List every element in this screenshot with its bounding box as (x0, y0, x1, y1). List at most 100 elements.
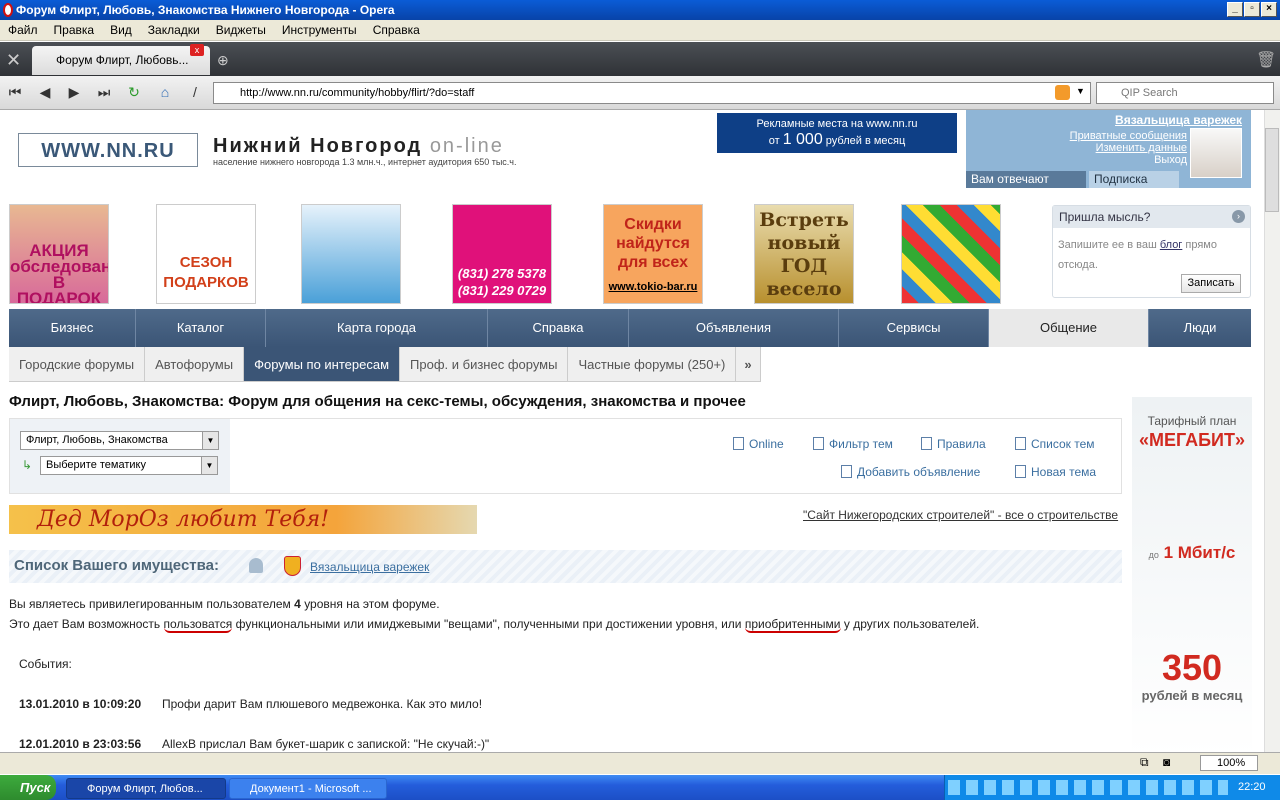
event-date: 13.01.2010 в 10:09:20 (19, 697, 142, 711)
ad-tile-arena[interactable] (901, 204, 1001, 304)
user-icon (733, 437, 744, 450)
rss-icon[interactable] (1055, 85, 1070, 100)
site-title-suffix: on-line (429, 135, 504, 157)
blog-link[interactable]: блог (1160, 239, 1182, 251)
zoom-control[interactable]: 100% (1200, 755, 1258, 771)
pencil-icon (1015, 465, 1026, 478)
ad-tile-english[interactable]: (831) 278 5378 (831) 229 0729 (452, 204, 552, 304)
write-button[interactable]: Записать (1181, 274, 1241, 293)
nav-ads[interactable]: Объявления (629, 309, 839, 347)
chevron-down-icon[interactable]: ▼ (1076, 86, 1085, 96)
nav-city-map[interactable]: Карта города (266, 309, 488, 347)
builders-link[interactable]: "Сайт Нижегородских строителей" - все о … (803, 508, 1118, 522)
new-tab-icon[interactable]: ⊕ (217, 52, 229, 69)
private-messages-link[interactable]: Приватные сообщения (1070, 130, 1187, 142)
ad-price: 1 000 (782, 131, 823, 148)
ad-tile-clinic[interactable]: АКЦИЯ обследование В ПОДАРОК (9, 204, 109, 304)
back-icon[interactable]: ◀ (34, 81, 56, 103)
menu-widgets[interactable]: Виджеты (208, 20, 274, 41)
close-window-button[interactable]: × (1261, 2, 1277, 17)
ad-tile-newyear[interactable]: Встреть новый ГОД весело (754, 204, 854, 304)
window-title: Форум Флирт, Любовь, Знакомства Нижнего … (16, 3, 395, 17)
subnav-city-forums[interactable]: Городские форумы (9, 347, 146, 381)
camera-icon[interactable]: ◙ (1163, 755, 1170, 769)
site-logo[interactable]: WWW.NN.RU (18, 133, 198, 167)
fast-forward-icon[interactable]: ⏭ (93, 81, 115, 103)
maximize-button[interactable]: ▫ (1244, 2, 1260, 17)
menu-tools[interactable]: Инструменты (274, 20, 365, 41)
online-label: Online (749, 437, 784, 451)
menu-file[interactable]: Файл (0, 20, 46, 41)
tray-icons[interactable] (948, 780, 1228, 795)
nav-reference[interactable]: Справка (488, 309, 629, 347)
subnav-private-forums[interactable]: Частные форумы (250+) (568, 347, 737, 381)
task-word[interactable]: Документ1 - Microsoft ... (229, 778, 387, 799)
tools-icon[interactable]: ✕ (6, 50, 21, 71)
trash-icon[interactable]: 🗑 (1256, 50, 1276, 70)
tab-subscription[interactable]: Подписка (1089, 171, 1179, 188)
forum-select[interactable]: Флирт, Любовь, Знакомства ▼ (20, 431, 219, 450)
tab-title: Форум Флирт, Любовь... (56, 53, 189, 67)
ad-tile-tokio[interactable]: Скидки найдутся для всех www.tokio-bar.ru (603, 204, 703, 304)
username-link[interactable]: Вязальщица варежек (1115, 113, 1242, 127)
chevron-right-icon[interactable]: » (736, 347, 761, 381)
edit-profile-link[interactable]: Изменить данные (1096, 142, 1187, 154)
scrollbar-thumb[interactable] (1265, 128, 1279, 212)
santa-banner[interactable]: Дед МорОз любит Тебя! (9, 505, 477, 534)
arrow-icon: ↳ (22, 458, 33, 472)
close-tab-icon[interactable]: x (190, 44, 204, 56)
search-input[interactable]: QIP Search (1096, 82, 1274, 104)
start-button[interactable]: Пуск (0, 775, 56, 800)
menu-bookmarks[interactable]: Закладки (140, 20, 208, 41)
ad-tile-gifts[interactable]: СЕЗОН ПОДАРКОВ (156, 204, 256, 304)
megabit-price: 350 (1161, 647, 1223, 688)
nav-services[interactable]: Сервисы (839, 309, 989, 347)
wand-icon[interactable]: / (184, 81, 206, 103)
nav-business[interactable]: Бизнес (9, 309, 136, 347)
nav-communication[interactable]: Общение (989, 309, 1149, 347)
document-icon (921, 437, 932, 450)
tab-replies[interactable]: Вам отвечают (966, 171, 1086, 188)
event-text: AllexB прислал Вам букет-шарик с записко… (162, 737, 490, 751)
subnav-auto-forums[interactable]: Автофорумы (145, 347, 245, 381)
tab-forum[interactable]: Форум Флирт, Любовь... (32, 46, 210, 75)
filter-topics-link[interactable]: Фильтр тем (813, 437, 893, 451)
rewind-icon[interactable]: ⏮ (4, 81, 26, 103)
menu-help[interactable]: Справка (365, 20, 428, 41)
online-link[interactable]: Online (733, 437, 784, 451)
avatar[interactable] (1190, 128, 1242, 178)
task-opera[interactable]: Форум Флирт, Любов... (66, 778, 226, 799)
topic-select[interactable]: Выберите тематику ▼ (40, 456, 218, 475)
add-ad-link[interactable]: Добавить объявление (841, 465, 980, 479)
new-topic-link[interactable]: Новая тема (1015, 465, 1096, 479)
minimize-button[interactable]: _ (1227, 2, 1243, 17)
page-title: Флирт, Любовь, Знакомства: Форум для общ… (9, 393, 746, 410)
event-date: 12.01.2010 в 23:03:56 (19, 737, 142, 751)
shield-icon (284, 556, 301, 576)
subnav-business-forums[interactable]: Проф. и бизнес форумы (400, 347, 569, 381)
megabit-ad[interactable] (1132, 397, 1252, 757)
forward-icon[interactable]: ▶ (63, 81, 85, 103)
site-title: Нижний Новгород on-line (213, 135, 504, 158)
nav-people[interactable]: Люди (1149, 309, 1251, 347)
menu-view[interactable]: Вид (102, 20, 140, 41)
ad-tile-water[interactable] (301, 204, 401, 304)
subnav-interest-forums[interactable]: Форумы по интересам (244, 347, 401, 381)
possibility-text-a: Это дает Вам возможность (9, 617, 161, 631)
panel-icon[interactable]: ⧉ (1140, 755, 1149, 770)
new-topic-label: Новая тема (1031, 465, 1097, 479)
nav-catalog[interactable]: Каталог (136, 309, 266, 347)
topic-list-link[interactable]: Список тем (1015, 437, 1095, 451)
reload-icon[interactable]: ↻ (123, 81, 145, 103)
address-input[interactable]: http://www.nn.ru/community/hobby/flirt/?… (213, 82, 1091, 104)
sub-nav: Городские форумы Автофорумы Форумы по ин… (9, 347, 761, 382)
expand-icon[interactable]: › (1232, 210, 1245, 223)
rules-link[interactable]: Правила (921, 437, 986, 451)
underlined-word-1: пользоватся (163, 617, 233, 633)
owner-link[interactable]: Вязальщица варежек (310, 560, 429, 574)
home-icon[interactable]: ⌂ (154, 81, 176, 103)
menu-edit[interactable]: Правка (46, 20, 103, 41)
logout-link[interactable]: Выход (1154, 154, 1187, 166)
forum-select-value: Флирт, Любовь, Знакомства (26, 434, 168, 446)
ad-banner[interactable]: Рекламные места на www.nn.ru от 1 000 ру… (717, 113, 957, 153)
